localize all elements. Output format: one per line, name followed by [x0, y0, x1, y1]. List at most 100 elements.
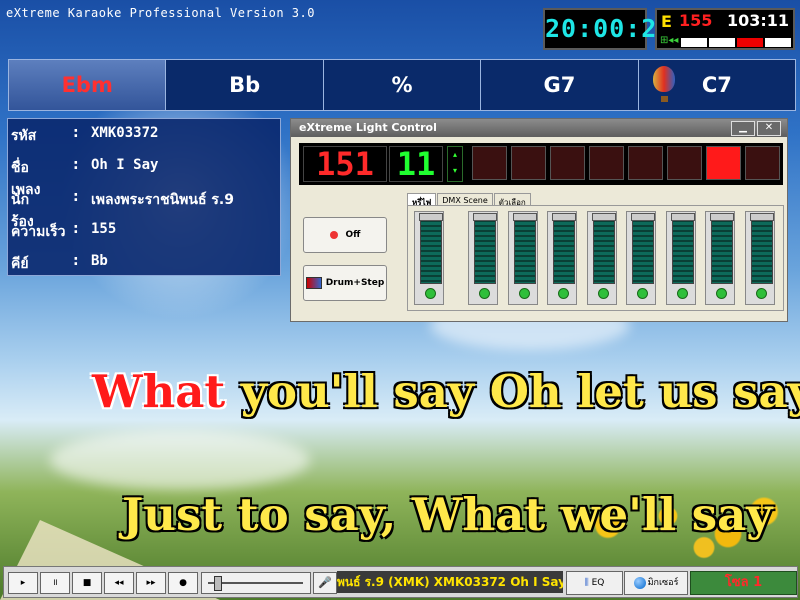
light-cells	[472, 146, 780, 180]
chord-item: C7	[639, 60, 795, 110]
info-label: รหัส	[11, 128, 37, 144]
forward-button[interactable]: ▸▸	[136, 572, 166, 594]
light-fader[interactable]	[744, 211, 775, 305]
info-colon: :	[73, 125, 79, 141]
microphone-icon[interactable]: 🎤	[313, 572, 337, 594]
green-led-icon	[637, 288, 648, 299]
volume-slider[interactable]	[201, 572, 311, 594]
chord-current: Ebm	[9, 60, 167, 110]
chord-repeat: %	[324, 60, 482, 110]
light-fader[interactable]	[586, 211, 617, 305]
info-colon: :	[73, 253, 79, 269]
song-info-panel: รหัส : XMK03372 ชื่อเพลง : Oh I Say นักร…	[7, 118, 281, 276]
fader-track	[592, 216, 615, 284]
green-led-icon	[425, 288, 436, 299]
record-button[interactable]: ●	[168, 572, 198, 594]
light-control-titlebar[interactable]: eXtreme Light Control ▁ ✕	[291, 119, 787, 137]
fader-track	[420, 216, 442, 284]
balloon-icon	[652, 66, 675, 102]
app-title: eXtreme Karaoke Professional Version 3.0	[6, 6, 315, 20]
drum-step-button[interactable]: Drum+Step	[303, 265, 387, 301]
transport-bar: ▸ ॥ ■ ◂◂ ▸▸ ● 🎤 พนธ์ ร.9 (XMK) XMK03372 …	[3, 566, 798, 598]
fader-track	[750, 216, 773, 284]
fader-cap[interactable]	[419, 213, 443, 221]
fader-cap[interactable]	[591, 213, 616, 221]
minimize-button[interactable]: ▁	[731, 121, 755, 136]
eq-button[interactable]: ⫼ EQ	[566, 571, 623, 595]
stop-button[interactable]: ■	[72, 572, 102, 594]
fader-panel	[407, 205, 784, 311]
fader-cap[interactable]	[670, 213, 695, 221]
song-key: Bb	[91, 253, 108, 269]
window-title: eXtreme Light Control	[299, 121, 437, 134]
fader-cap[interactable]	[552, 213, 576, 221]
fader-cap[interactable]	[473, 213, 497, 221]
light-cell	[511, 146, 546, 180]
signal-icon: ⊞◂◂	[660, 35, 679, 46]
chord-bar: Ebm Bb % G7 C7	[8, 59, 796, 111]
cloud	[50, 430, 310, 490]
chord-item: G7	[481, 60, 639, 110]
speaker-icon	[305, 276, 322, 289]
lyric-unsung: you'll say Oh let us say,	[225, 365, 800, 418]
slider-knob[interactable]	[214, 576, 222, 591]
light-cell	[589, 146, 624, 180]
fader-cap[interactable]	[710, 213, 734, 221]
drum-step-label: Drum+Step	[325, 278, 385, 288]
green-led-icon	[479, 288, 490, 299]
close-button[interactable]: ✕	[757, 121, 781, 136]
chord-label: C7	[701, 73, 732, 97]
mode-indicator[interactable]: โซล 1	[690, 571, 797, 595]
song-tempo: 155	[91, 221, 117, 237]
level-bars	[681, 38, 791, 47]
light-fader[interactable]	[665, 211, 696, 305]
off-label: Off	[345, 230, 361, 240]
light-cell	[706, 146, 741, 180]
light-control-window: eXtreme Light Control ▁ ✕ 151 11 ▴ ▾ Off …	[290, 118, 788, 322]
green-led-icon	[558, 288, 569, 299]
fader-cap[interactable]	[749, 213, 774, 221]
rewind-button[interactable]: ◂◂	[104, 572, 134, 594]
light-fader[interactable]	[626, 211, 656, 305]
light-fader[interactable]	[468, 211, 498, 305]
light-cell	[667, 146, 702, 180]
light-fader[interactable]	[547, 211, 577, 305]
lyric-line-2: Just to say, What we'll say	[122, 488, 773, 541]
light-cell	[472, 146, 507, 180]
light-fader[interactable]	[414, 211, 444, 305]
song-marquee: พนธ์ ร.9 (XMK) XMK03372 Oh I Say	[337, 571, 563, 593]
song-title: Oh I Say	[91, 157, 159, 173]
fader-cap[interactable]	[631, 213, 655, 221]
green-counter: 11	[389, 146, 443, 182]
info-colon: :	[73, 189, 79, 205]
play-button[interactable]: ▸	[8, 572, 38, 594]
light-fader[interactable]	[705, 211, 735, 305]
track-number: 155	[679, 11, 713, 30]
mixer-button[interactable]: มิกเซอร์	[624, 571, 688, 595]
eq-icon: ⫼	[584, 578, 592, 588]
song-code: XMK03372	[91, 125, 159, 141]
fader-track	[513, 216, 536, 284]
fader-track	[711, 216, 733, 284]
red-dot-icon	[329, 230, 338, 239]
song-time: 103:11	[726, 11, 789, 30]
info-label: ความเร็ว	[11, 224, 66, 240]
song-artist: เพลงพระราชนิพนธ์ ร.9	[91, 192, 234, 208]
fader-cap[interactable]	[512, 213, 537, 221]
info-label: คีย์	[11, 256, 29, 272]
green-led-icon	[716, 288, 727, 299]
light-fader[interactable]	[507, 211, 538, 305]
red-counter: 151	[303, 146, 387, 182]
clock-display: 20:00:22	[543, 8, 672, 50]
eq-label: EQ	[591, 578, 605, 588]
mode-letter: E	[661, 12, 672, 31]
chord-next: Bb	[166, 60, 324, 110]
lyric-sung: What	[92, 365, 226, 418]
off-button[interactable]: Off	[303, 217, 387, 253]
pause-button[interactable]: ॥	[40, 572, 70, 594]
light-cell	[745, 146, 780, 180]
counter-spinner[interactable]: ▴ ▾	[447, 146, 463, 182]
fader-track	[553, 216, 575, 284]
fader-track	[474, 216, 496, 284]
green-led-icon	[597, 288, 609, 299]
